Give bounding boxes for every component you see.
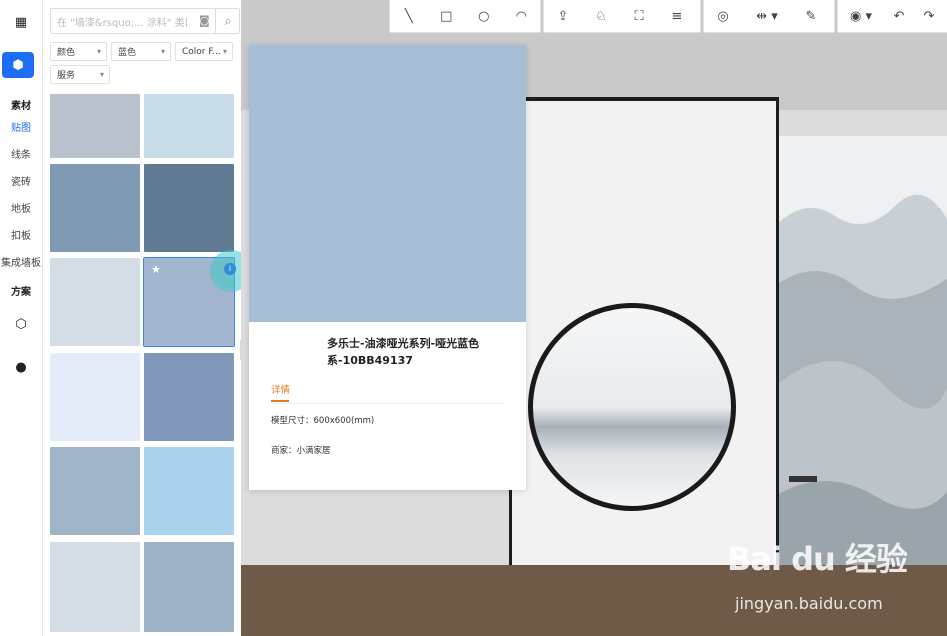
landscape-painting — [775, 194, 947, 566]
screen-panel-right — [771, 136, 947, 566]
chevron-down-icon: ▾ — [96, 47, 101, 56]
filter-label: Color F... — [182, 46, 221, 57]
star-icon[interactable]: ★ — [151, 263, 161, 276]
swatch-tile[interactable] — [144, 447, 234, 535]
model-size: 模型尺寸：600x600(mm) — [271, 416, 375, 426]
rail-item-wall-panel[interactable]: 集成墙板 — [0, 254, 42, 269]
watermark-url: jingyan.baidu.com — [735, 594, 883, 613]
filter-label: 颜色 — [57, 48, 76, 58]
vendor-name: 商家：小满家居 — [271, 446, 331, 456]
filter-service[interactable]: 服务 ▾ — [50, 65, 110, 84]
arc-icon[interactable]: ◠ — [503, 0, 541, 32]
rail-item-texture[interactable]: 贴图 — [0, 119, 42, 134]
cube-icon[interactable]: ⬢ — [2, 52, 34, 78]
card-color-swatch — [249, 45, 526, 322]
tab-underline — [271, 400, 289, 402]
round-window — [528, 303, 736, 511]
search-input[interactable]: 在 "墙漆&rsquo;... 涂料" 类目下搜 — [57, 14, 187, 29]
rail-item-tiles[interactable]: 瓷砖 — [0, 173, 42, 188]
swatch-tile[interactable] — [144, 542, 234, 632]
filter-color-family[interactable]: Color F... ▾ — [175, 42, 233, 61]
filter-blue[interactable]: 蓝色 ▾ — [111, 42, 171, 61]
undo-icon[interactable]: ↶ — [884, 0, 914, 32]
toolbar-modify: ⇪ ♘ ⛶ ≡ — [543, 0, 701, 33]
chevron-down-icon: ▾ — [99, 70, 104, 79]
measure-icon[interactable]: ◎ — [704, 0, 742, 32]
rail-category-plan[interactable]: 方案 — [0, 283, 42, 298]
swatch-tile[interactable]: ★ i — [143, 250, 252, 347]
filter-color[interactable]: 颜色 ▾ — [50, 42, 107, 61]
align-icon[interactable]: ⇹ ▾ — [742, 0, 792, 32]
redo-icon[interactable]: ↷ — [914, 0, 944, 32]
rail-item-lines[interactable]: 线条 — [0, 146, 42, 161]
watermark-logo: Bai du 经验 — [727, 540, 908, 578]
hexagon-icon[interactable]: ⬡ — [0, 310, 42, 338]
toolbar-draw: ╲ □ ○ ◠ — [389, 0, 541, 33]
rectangle-icon[interactable]: □ — [428, 0, 466, 32]
search-icon[interactable]: ⌕ — [215, 9, 240, 33]
frame-icon[interactable]: ⛶ — [620, 0, 658, 32]
chevron-down-icon: ▾ — [160, 47, 165, 56]
rail-item-floor[interactable]: 地板 — [0, 200, 42, 215]
swatch-tile[interactable] — [50, 542, 140, 632]
rail-category-material[interactable]: 素材 — [0, 97, 42, 112]
filter-label: 蓝色 — [118, 48, 137, 58]
user-icon[interactable]: ● — [0, 353, 42, 381]
toolbar-view: ◉ ▾ ↶ ↷ — [837, 0, 947, 33]
divider — [271, 403, 504, 404]
grid-icon[interactable]: ▦ — [0, 8, 42, 36]
search-box[interactable]: 在 "墙漆&rsquo;... 涂料" 类目下搜 ◙ ⌕ — [50, 8, 240, 34]
filter-label: 服务 — [57, 71, 76, 81]
left-rail: ▦ ⬢ 素材 贴图 线条 瓷砖 地板 扣板 集成墙板 方案 ⬡ ● — [0, 0, 43, 636]
push-pull-icon[interactable]: ⇪ — [544, 0, 582, 32]
swatch-tile[interactable] — [144, 94, 234, 158]
tab-details[interactable]: 详情 — [271, 382, 290, 396]
swatch-tile[interactable] — [50, 94, 140, 158]
line-icon[interactable]: ╲ — [390, 0, 428, 32]
swatch-tile[interactable] — [144, 353, 234, 441]
camera-icon[interactable]: ◙ — [199, 14, 210, 27]
toolbar-tools: ◎ ⇹ ▾ ✎ — [703, 0, 835, 33]
offset-icon[interactable]: ♘ — [582, 0, 620, 32]
swatch-tile[interactable] — [50, 164, 140, 252]
card-title: 多乐士-油漆哑光系列-哑光蓝色系-10BB49137 — [327, 337, 480, 367]
material-detail-card: 多乐士-油漆哑光系列-哑光蓝色系-10BB49137 详情 模型尺寸：600x6… — [249, 45, 526, 490]
swatch-tile[interactable] — [50, 353, 140, 441]
rail-item-ceiling-panel[interactable]: 扣板 — [0, 227, 42, 242]
paint-icon[interactable]: ✎ — [792, 0, 830, 32]
chevron-down-icon: ▾ — [222, 47, 227, 56]
swatch-tile[interactable] — [144, 164, 234, 252]
circle-icon[interactable]: ○ — [465, 0, 503, 32]
grid-lines-icon[interactable]: ≡ — [658, 0, 696, 32]
eye-icon[interactable]: ◉ ▾ — [838, 0, 884, 32]
swatch-tile[interactable] — [50, 258, 140, 346]
material-panel: 在 "墙漆&rsquo;... 涂料" 类目下搜 ◙ ⌕ 颜色 ▾ 蓝色 ▾ Col… — [43, 0, 252, 636]
swatch-tile[interactable] — [50, 447, 140, 535]
